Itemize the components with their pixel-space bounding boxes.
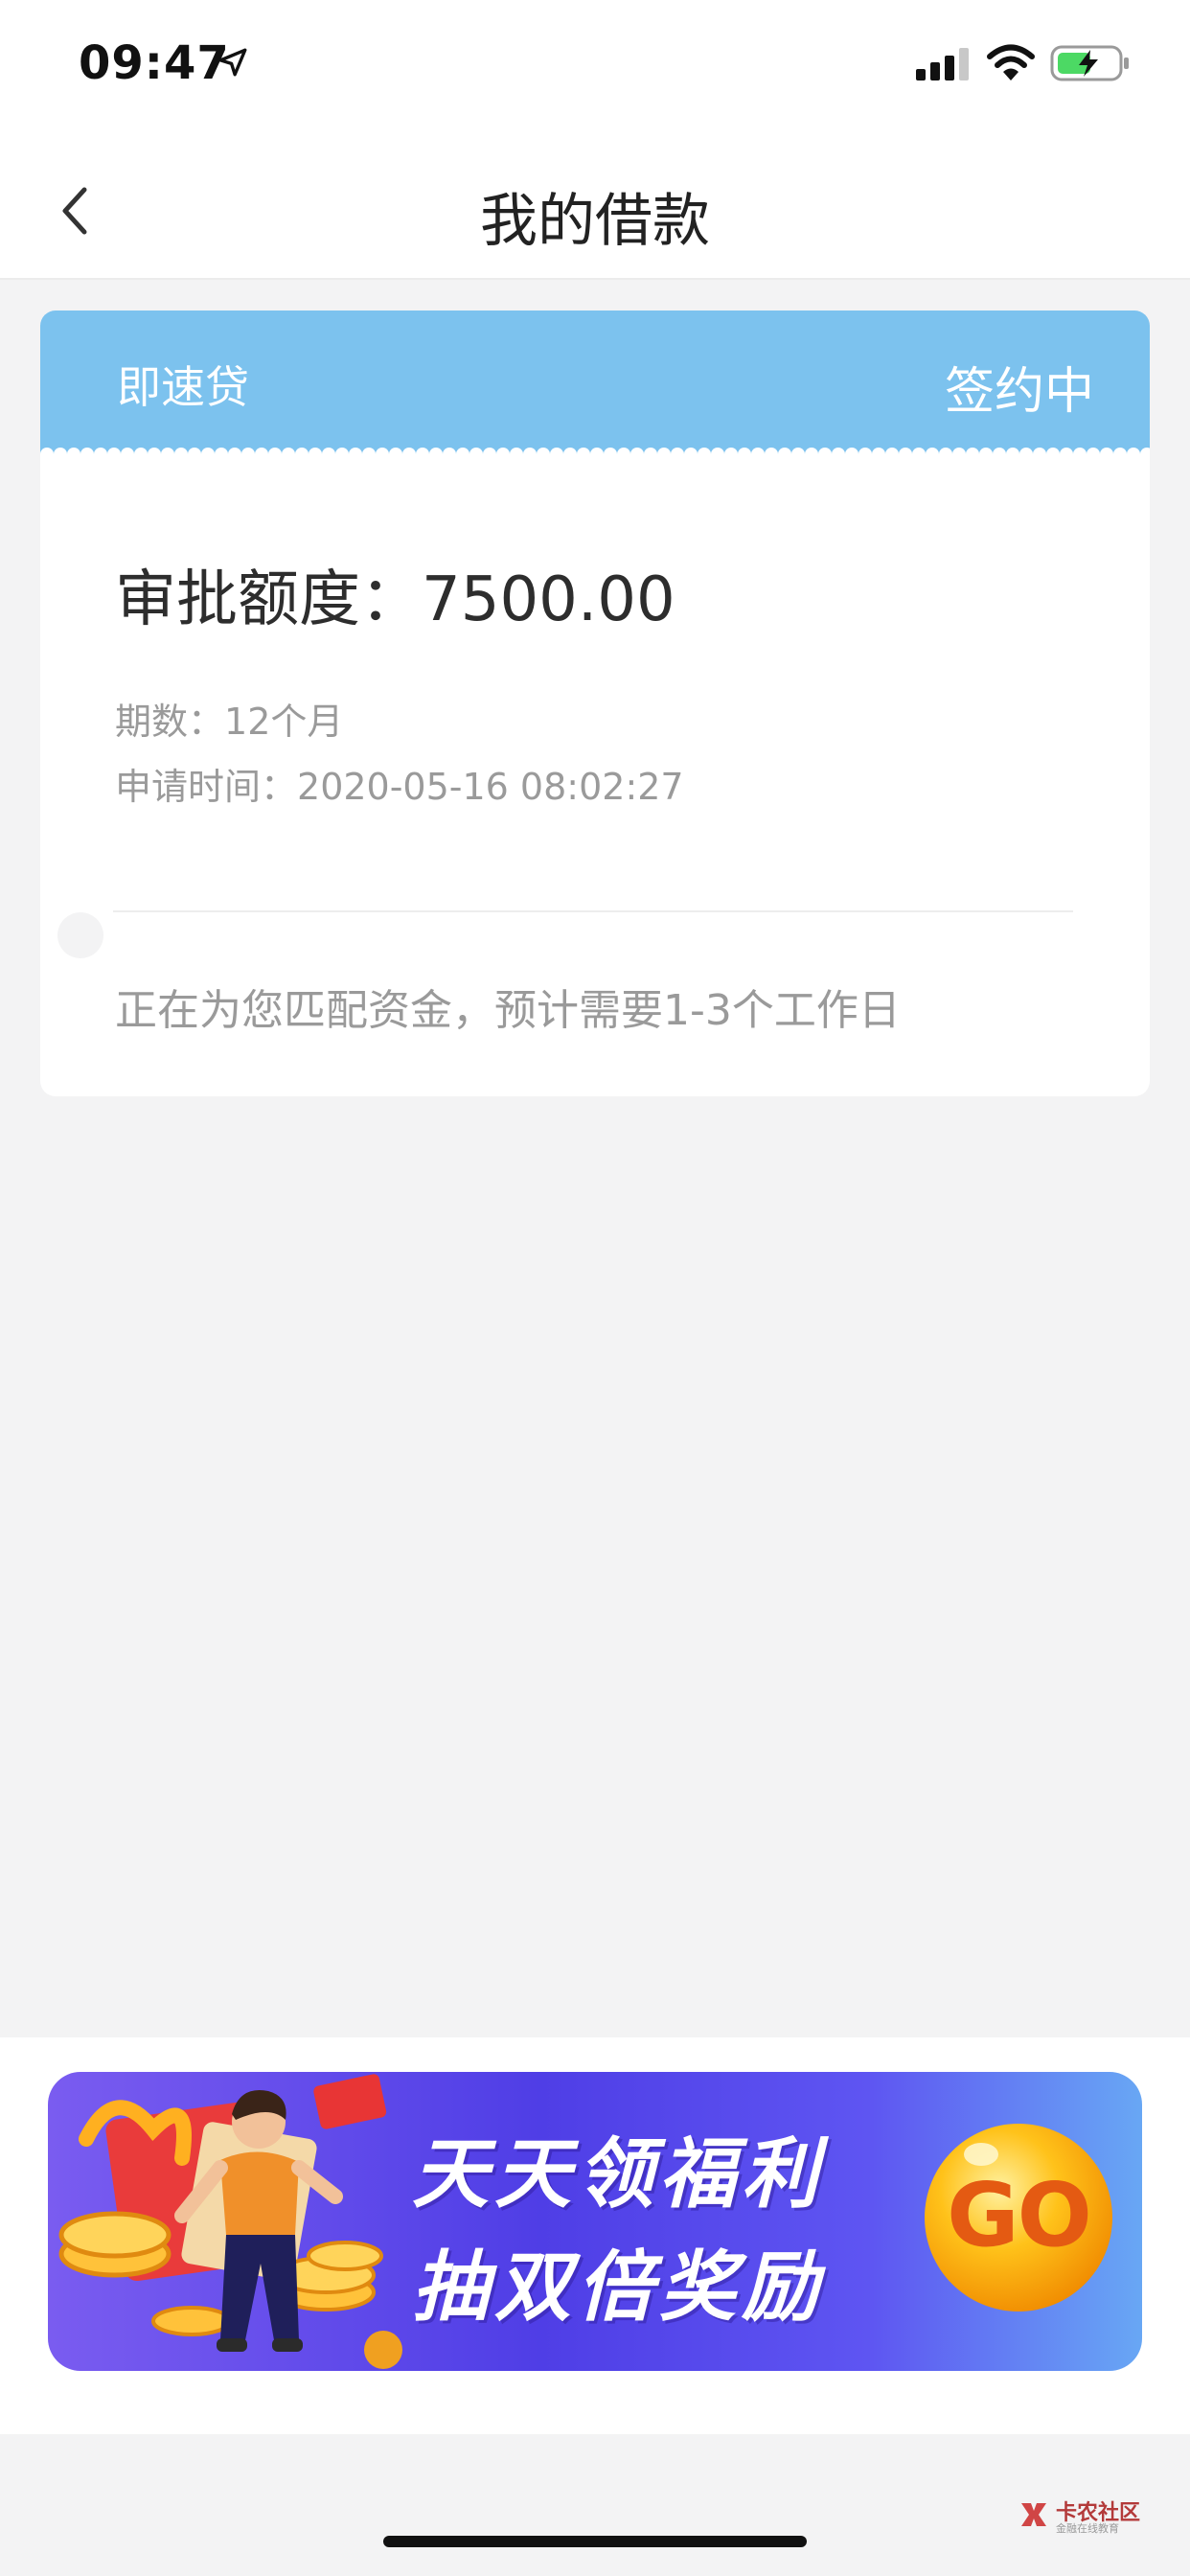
status-time: 09:47 <box>79 36 230 90</box>
banner-area: 天天领福利 抽双倍奖励 GO <box>0 2037 1190 2434</box>
promo-headline-2: 抽双倍奖励 <box>412 2242 824 2332</box>
go-button[interactable]: GO <box>922 2116 1115 2319</box>
status-bar: 09:47 <box>0 0 1190 134</box>
product-name: 即速贷 <box>117 361 249 413</box>
apply-time: 申请时间：2020-05-16 08:02:27 <box>115 757 684 810</box>
loan-card-header: 即速贷 签约中 <box>40 310 1150 454</box>
home-indicator[interactable] <box>383 2536 807 2547</box>
page-title: 我的借款 <box>480 188 710 255</box>
promo-banner[interactable]: 天天领福利 抽双倍奖励 GO <box>48 2072 1142 2371</box>
term-value: 12个月 <box>224 701 344 743</box>
loan-card[interactable]: 即速贷 签约中 审批额度：7500.00 期数：12个月 申请时间：2020-0… <box>40 310 1150 1096</box>
card-divider <box>113 910 1073 912</box>
wifi-icon <box>987 44 1035 80</box>
watermark: 卡农社区 金融在线教育 <box>1018 2496 1142 2538</box>
navigation-bar: 我的借款 <box>0 134 1190 280</box>
apply-time-label: 申请时间： <box>115 766 298 808</box>
apply-time-value: 2020-05-16 08:02:27 <box>297 766 684 808</box>
header-scallop-edge <box>40 439 1150 462</box>
loan-status-label: 签约中 <box>944 363 1094 421</box>
ticket-notch-left <box>57 912 103 958</box>
matching-status-note: 正在为您匹配资金，预计需要1-3个工作日 <box>115 986 901 1035</box>
promo-headline-1: 天天领福利 <box>412 2129 824 2219</box>
approved-amount-value: 7500.00 <box>422 564 675 635</box>
go-label: GO <box>947 2164 1092 2266</box>
kanong-logo-icon <box>1021 2503 1046 2526</box>
watermark-subtitle: 金融在线教育 <box>1056 2522 1119 2535</box>
promo-illustration <box>58 2074 402 2369</box>
loan-term: 期数：12个月 <box>115 692 343 745</box>
approved-amount-label: 审批额度： <box>115 564 422 635</box>
approved-amount: 审批额度：7500.00 <box>115 550 675 638</box>
battery-charging-icon <box>1050 45 1129 81</box>
cellular-signal-icon <box>916 48 969 80</box>
location-arrow-icon <box>218 48 247 77</box>
term-label: 期数： <box>115 701 225 743</box>
